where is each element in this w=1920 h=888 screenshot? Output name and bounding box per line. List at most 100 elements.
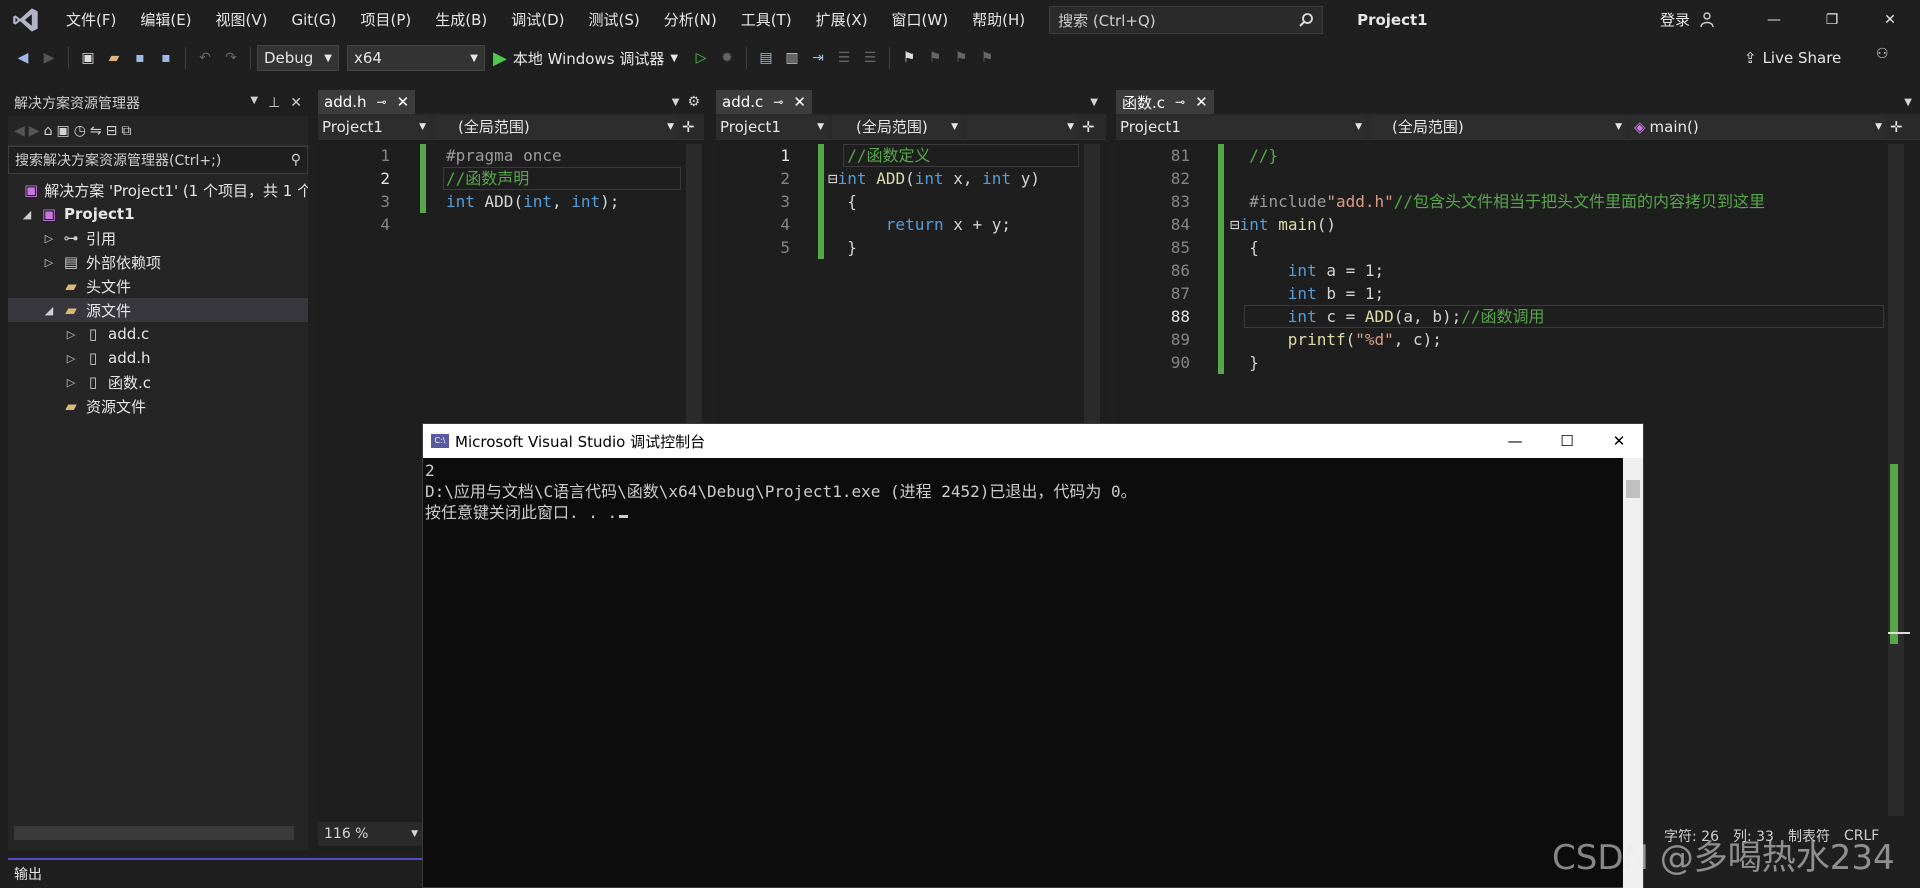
maximize-icon[interactable]: ☐ bbox=[1541, 424, 1593, 458]
tree-project[interactable]: ◢ ▣ Project1 bbox=[8, 202, 308, 226]
search-input[interactable]: 搜索 (Ctrl+Q) bbox=[1049, 6, 1324, 34]
menu-git[interactable]: Git(G) bbox=[280, 0, 349, 40]
chevron-down-icon[interactable]: ▼ bbox=[1090, 97, 1098, 108]
show-all-files-icon[interactable]: ⧉ bbox=[121, 123, 131, 139]
chevron-down-icon[interactable]: ▼ bbox=[672, 97, 680, 108]
menu-analyze[interactable]: 分析(N) bbox=[652, 0, 729, 40]
split-icon[interactable]: ✛ bbox=[1082, 118, 1095, 136]
split-icon[interactable]: ✛ bbox=[682, 118, 695, 136]
back-icon[interactable]: ◀ bbox=[14, 123, 25, 139]
code-add-c[interactable]: //函数定义 ⊟int ADD(int x, int y) { return x… bbox=[828, 144, 1040, 259]
pin-icon[interactable]: ⊥ bbox=[268, 95, 280, 111]
forward-icon[interactable]: ▶ bbox=[36, 45, 62, 71]
restore-icon[interactable]: ❐ bbox=[1803, 0, 1861, 40]
horizontal-scrollbar[interactable] bbox=[14, 826, 294, 840]
close-icon[interactable]: ✕ bbox=[1195, 93, 1208, 111]
tab-add-h[interactable]: add.h ⊸ ✕ bbox=[318, 90, 416, 114]
menu-project[interactable]: 项目(P) bbox=[349, 0, 424, 40]
history-icon[interactable]: ◷ bbox=[74, 123, 86, 139]
solution-search-input[interactable]: 搜索解决方案资源管理器(Ctrl+;) ⚲ bbox=[8, 146, 308, 174]
chevron-right-icon[interactable]: ▷ bbox=[42, 232, 56, 245]
chevron-right-icon[interactable]: ▷ bbox=[64, 376, 78, 389]
menu-build[interactable]: 生成(B) bbox=[423, 0, 499, 40]
feedback-person-icon[interactable] bbox=[1698, 11, 1716, 29]
sync-icon[interactable]: ⇋ bbox=[90, 123, 102, 139]
chevron-down-icon[interactable]: ▼ bbox=[1904, 97, 1912, 108]
menu-extensions[interactable]: 扩展(X) bbox=[804, 0, 880, 40]
project-dropdown[interactable]: Project1 ▼ bbox=[1116, 115, 1366, 138]
tree-source-files[interactable]: ◢ ▰ 源文件 bbox=[8, 298, 308, 322]
split-icon[interactable]: ✛ bbox=[1890, 118, 1903, 136]
project-dropdown[interactable]: Project1 ▼ bbox=[716, 115, 828, 138]
close-icon[interactable]: ✕ bbox=[793, 93, 806, 111]
open-folder-icon[interactable]: ▰ bbox=[101, 45, 127, 71]
switch-views-icon[interactable]: ▣ bbox=[56, 123, 69, 139]
tree-resource-files[interactable]: ▰ 资源文件 bbox=[8, 394, 308, 418]
configuration-select[interactable]: Debug ▼ bbox=[257, 45, 339, 71]
chevron-right-icon[interactable]: ▷ bbox=[42, 256, 56, 269]
tree-file-add-h[interactable]: ▷ ▯ add.h bbox=[8, 346, 308, 370]
undo-icon[interactable]: ↶ bbox=[192, 45, 218, 71]
zoom-select[interactable]: 116 % ▼ bbox=[318, 822, 424, 846]
forward-icon[interactable]: ▶ bbox=[29, 123, 40, 139]
tree-file-add-c[interactable]: ▷ ▯ add.c bbox=[8, 322, 308, 346]
chevron-right-icon[interactable]: ▷ bbox=[64, 352, 78, 365]
hot-reload-icon[interactable]: ✹ bbox=[714, 45, 740, 71]
minimize-icon[interactable]: — bbox=[1745, 0, 1803, 40]
menu-test[interactable]: 测试(S) bbox=[577, 0, 652, 40]
menu-tools[interactable]: 工具(T) bbox=[729, 0, 804, 40]
menu-debug[interactable]: 调试(D) bbox=[499, 0, 576, 40]
tree-header-files[interactable]: ▰ 头文件 bbox=[8, 274, 308, 298]
tree-solution[interactable]: ▣ 解决方案 'Project1' (1 个项目，共 1 个 bbox=[8, 178, 308, 202]
console-scrollbar[interactable] bbox=[1623, 458, 1643, 888]
close-icon[interactable]: ✕ bbox=[397, 93, 410, 111]
tab-func-c[interactable]: 函数.c ⊸ ✕ bbox=[1116, 90, 1214, 114]
uncomment-icon[interactable]: ☰ bbox=[857, 45, 883, 71]
feedback-icon[interactable]: ⚇ bbox=[1876, 46, 1889, 62]
bookmark-icon[interactable]: ⚑ bbox=[896, 45, 922, 71]
collapse-all-icon[interactable]: ⊟ bbox=[106, 123, 118, 139]
save-icon[interactable]: ▪ bbox=[127, 45, 153, 71]
chevron-down-icon[interactable]: ▼ bbox=[250, 95, 258, 111]
tree-external-deps[interactable]: ▷ ▤ 外部依赖项 bbox=[8, 250, 308, 274]
login-button[interactable]: 登录 bbox=[1660, 0, 1690, 40]
redo-icon[interactable]: ↷ bbox=[218, 45, 244, 71]
tab-add-c[interactable]: add.c ⊸ ✕ bbox=[716, 90, 812, 114]
gear-icon[interactable]: ⚙ bbox=[687, 94, 700, 110]
new-project-icon[interactable]: ▣ bbox=[75, 45, 101, 71]
menu-edit[interactable]: 编辑(E) bbox=[128, 0, 203, 40]
comment-icon[interactable]: ☰ bbox=[831, 45, 857, 71]
code-func-c[interactable]: //} #include"add.h"//包含头文件相当于把头文件里面的内容拷贝… bbox=[1230, 144, 1765, 374]
menu-view[interactable]: 视图(V) bbox=[204, 0, 280, 40]
menu-help[interactable]: 帮助(H) bbox=[960, 0, 1037, 40]
prev-bookmark-icon[interactable]: ⚑ bbox=[922, 45, 948, 71]
chevron-down-icon[interactable]: ◢ bbox=[42, 304, 56, 317]
tree-file-func-c[interactable]: ▷ ▯ 函数.c bbox=[8, 370, 308, 394]
back-icon[interactable]: ◀ bbox=[10, 45, 36, 71]
pin-icon[interactable]: ⊸ bbox=[1175, 95, 1185, 109]
scroll-thumb[interactable] bbox=[1626, 480, 1640, 498]
home-icon[interactable]: ⌂ bbox=[44, 123, 53, 139]
vertical-scrollbar[interactable] bbox=[1888, 144, 1910, 816]
scope-dropdown[interactable]: (全局范围) ▼ bbox=[434, 115, 678, 138]
member-dropdown[interactable]: ▼ bbox=[966, 115, 1078, 138]
scope-dropdown[interactable]: (全局范围) ▼ bbox=[832, 115, 962, 138]
chevron-right-icon[interactable]: ▷ bbox=[64, 328, 78, 341]
output-panel-tab[interactable]: 输出 bbox=[8, 858, 422, 888]
close-icon[interactable]: ✕ bbox=[290, 95, 302, 111]
chevron-down-icon[interactable]: ◢ bbox=[20, 208, 34, 221]
project-dropdown[interactable]: Project1 ▼ bbox=[318, 115, 430, 138]
step-icon[interactable]: ⇥ bbox=[805, 45, 831, 71]
member-dropdown[interactable]: ◈ main() ▼ bbox=[1630, 115, 1886, 138]
pin-icon[interactable]: ⊸ bbox=[377, 95, 387, 109]
pin-icon[interactable]: ⊸ bbox=[773, 95, 783, 109]
live-share-button[interactable]: ⇪ Live Share bbox=[1744, 40, 1841, 76]
minimize-icon[interactable]: — bbox=[1489, 424, 1541, 458]
close-icon[interactable]: ✕ bbox=[1593, 424, 1645, 458]
menu-window[interactable]: 窗口(W) bbox=[880, 0, 961, 40]
start-without-debugging-icon[interactable]: ▷ bbox=[688, 45, 714, 71]
tree-references[interactable]: ▷ ⊶ 引用 bbox=[8, 226, 308, 250]
platform-select[interactable]: x64 ▼ bbox=[347, 45, 485, 71]
solution-explorer-toggle-icon[interactable]: ▤ bbox=[753, 45, 779, 71]
console-output[interactable]: 2 D:\应用与文档\C语言代码\函数\x64\Debug\Project1.ex… bbox=[423, 458, 1623, 888]
